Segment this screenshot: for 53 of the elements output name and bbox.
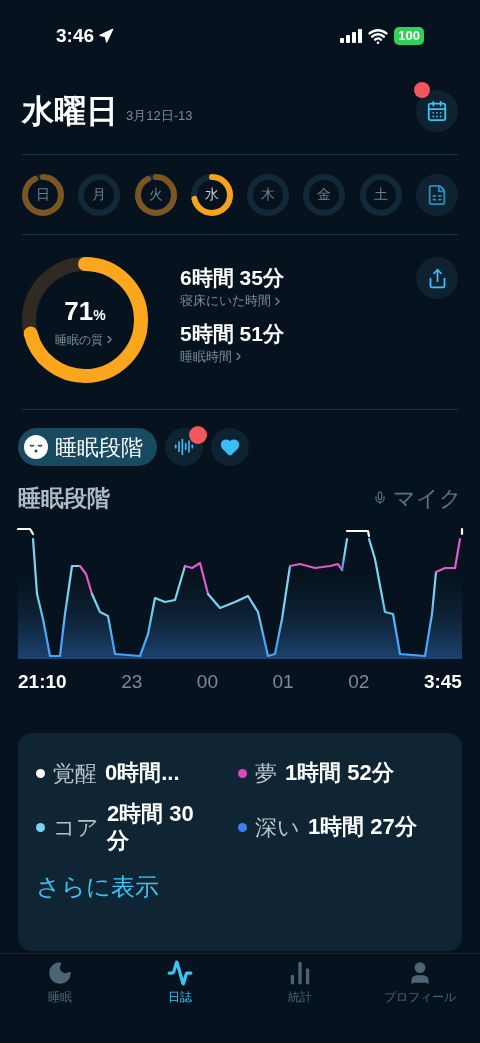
day-button[interactable]: 日 — [22, 173, 64, 216]
status-time: 3:46 — [56, 23, 95, 48]
tab-bar-item[interactable]: 統計 — [245, 960, 355, 1043]
stat-link[interactable]: 寝床にいた時間 — [180, 291, 284, 311]
legend-value: 1時間 52分 — [285, 759, 394, 787]
percent-sign: % — [93, 306, 106, 325]
legend-value: 1時間 27分 — [308, 813, 417, 841]
wave-icon — [167, 960, 193, 986]
source-label: マイク — [393, 484, 462, 513]
battery-indicator: 100 — [394, 27, 424, 45]
heart-rate-tab[interactable] — [211, 428, 249, 466]
chart-title: 睡眠段階 — [18, 483, 110, 513]
quality-score: 71 — [64, 294, 94, 328]
time-axis-label: 01 — [272, 670, 294, 694]
share-button[interactable] — [416, 257, 458, 299]
tab-bar-item[interactable]: 日誌 — [125, 960, 235, 1043]
day-button[interactable]: 月 — [78, 173, 121, 216]
microphone-icon — [373, 491, 387, 505]
moon-icon — [47, 960, 73, 986]
day-button[interactable]: 土 — [359, 173, 402, 216]
calendar-icon — [426, 100, 448, 122]
time-axis-label: 02 — [348, 670, 370, 694]
day-button[interactable]: 木 — [247, 173, 290, 216]
legend-label: 夢 — [255, 759, 277, 788]
time-axis-label: 00 — [196, 670, 218, 694]
calendar-button[interactable] — [416, 90, 458, 132]
stat-value: 5時間 51分 — [180, 320, 285, 347]
legend-value: 0時間... — [105, 759, 181, 787]
time-axis-label: 3:45 — [423, 670, 462, 694]
location-icon — [98, 28, 115, 44]
day-button[interactable]: 火 — [134, 173, 177, 216]
legend-label: 深い — [255, 813, 300, 842]
heart-icon — [220, 437, 240, 457]
wifi-icon — [368, 26, 389, 46]
show-more-link[interactable]: さらに表示 — [36, 868, 159, 905]
page-title: 水曜日 — [22, 95, 118, 127]
sound-wave-icon — [174, 437, 194, 457]
stages-tab[interactable]: 睡眠段階 — [18, 428, 157, 466]
time-axis-label: 21:10 — [18, 670, 67, 694]
time-axis-label: 23 — [121, 670, 143, 694]
sleeping-face-icon — [23, 434, 49, 460]
quality-link[interactable]: 睡眠の質 — [54, 330, 116, 349]
day-button[interactable]: 水 — [190, 173, 233, 216]
date-range: 3月12日-13 — [126, 106, 193, 125]
stat-value: 6時間 35分 — [180, 265, 285, 291]
legend-label: 覚醒 — [53, 759, 97, 788]
legend-label: コア — [53, 813, 99, 842]
tab-bar-item[interactable]: 睡眠 — [5, 960, 115, 1043]
day-button[interactable]: 金 — [303, 173, 346, 216]
signal-icon — [340, 29, 363, 43]
legend-value: 2時間 30分 — [107, 799, 195, 855]
tab-bar-item[interactable]: プロフィール — [365, 960, 475, 1043]
stat-link[interactable]: 睡眠時間 — [180, 347, 245, 367]
